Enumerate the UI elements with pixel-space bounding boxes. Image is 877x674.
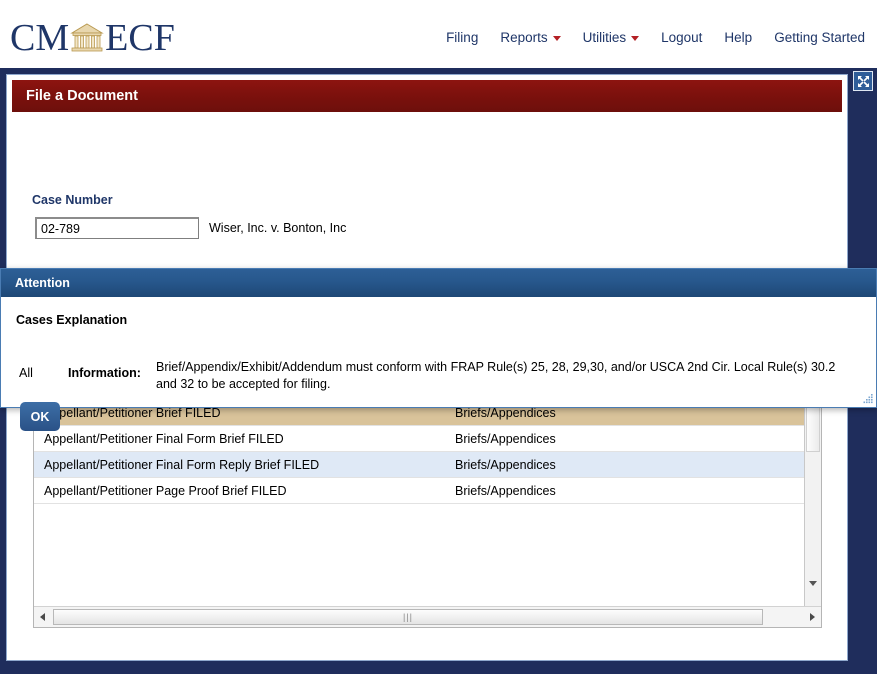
case-number-label: Case Number [32, 193, 113, 207]
attention-dialog: Attention Cases Explanation All Informat… [0, 268, 877, 431]
cell-type-of-document: Appellant/Petitioner Final Form Reply Br… [44, 457, 320, 472]
nav-item-getting-started[interactable]: Getting Started [774, 30, 865, 45]
cell-category: Briefs/Appendices [455, 431, 556, 446]
grid-horizontal-scrollbar[interactable]: ||| [34, 606, 821, 627]
table-row[interactable]: Appellant/Petitioner Final Form Brief FI… [34, 426, 821, 452]
scroll-down-arrow-icon[interactable] [806, 576, 820, 590]
expand-arrows-icon[interactable] [853, 71, 873, 91]
courthouse-icon [70, 21, 104, 55]
table-row[interactable]: Appellant/Petitioner Page Proof Brief FI… [34, 478, 821, 504]
explanation-information-label: Information: [68, 366, 141, 380]
explanation-information-text: Brief/Appendix/Exhibit/Addendum must con… [156, 360, 836, 391]
nav-label-help: Help [724, 30, 753, 45]
case-number-input[interactable] [35, 217, 199, 239]
dialog-body: Cases Explanation All Information: Brief… [1, 297, 876, 431]
cell-type-of-document: Appellant/Petitioner Page Proof Brief FI… [44, 483, 287, 498]
cell-category: Briefs/Appendices [455, 457, 556, 472]
nav-item-logout[interactable]: Logout [661, 30, 702, 45]
nav-item-utilities[interactable]: Utilities [583, 30, 640, 45]
logo-text-ecf: ECF [105, 17, 175, 59]
scroll-right-arrow-icon[interactable] [804, 608, 821, 627]
table-row[interactable]: Appellant/Petitioner Final Form Reply Br… [34, 452, 821, 478]
explanation-scope-value: All [19, 366, 33, 380]
horizontal-scrollbar-track[interactable]: ||| [51, 608, 804, 627]
page-title: File a Document [12, 80, 842, 112]
cell-type-of-document: Appellant/Petitioner Final Form Brief FI… [44, 431, 284, 446]
nav-label-filing: Filing [446, 30, 479, 45]
nav-item-filing[interactable]: Filing [446, 30, 478, 45]
nav-label-getting-started: Getting Started [774, 30, 865, 45]
nav-label-reports: Reports [500, 30, 548, 45]
chevron-down-icon [552, 36, 561, 41]
nav-item-help[interactable]: Help [724, 30, 752, 45]
ok-button[interactable]: OK [20, 402, 60, 431]
dialog-title-bar[interactable]: Attention [1, 269, 876, 297]
nav-item-reports[interactable]: Reports [500, 30, 561, 45]
cases-explanation-label: Cases Explanation [16, 313, 128, 327]
nav-label-logout: Logout [661, 30, 703, 45]
chevron-down-icon [631, 36, 640, 41]
main-navigation: Filing Reports Utilities Logout Help Get… [446, 30, 865, 45]
nav-label-utilities: Utilities [582, 30, 627, 45]
logo-text-cm: CM [10, 17, 70, 59]
cmecf-logo: CM ECF [10, 18, 175, 58]
horizontal-scrollbar-thumb[interactable]: ||| [53, 608, 763, 625]
resize-grip-icon[interactable] [860, 392, 874, 406]
cell-category: Briefs/Appendices [455, 483, 556, 498]
masthead: CM ECF Filing Reports Utilities Logout H… [0, 0, 877, 68]
case-title-text: Wiser, Inc. v. Bonton, Inc [209, 221, 347, 235]
scroll-left-arrow-icon[interactable] [34, 608, 51, 627]
grip-icon: ||| [402, 611, 413, 622]
